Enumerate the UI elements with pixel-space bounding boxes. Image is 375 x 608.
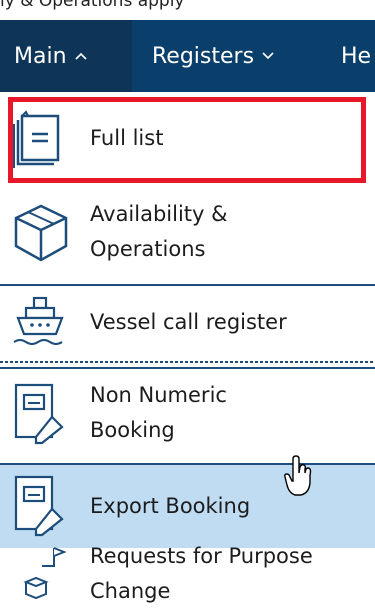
package-box-icon (12, 202, 70, 262)
menu-item-label-line2: Operations (90, 237, 206, 261)
menu-item-label: Vessel call register (90, 310, 287, 334)
nav-main-label: Main (14, 43, 67, 69)
partial-text-strip: ly & Operations apply (0, 0, 375, 20)
nav-help-label: He (341, 43, 372, 69)
ship-icon (12, 294, 70, 348)
menu-item-non-numeric-booking[interactable]: Non Numeric Booking (0, 369, 375, 463)
partial-text: ly & Operations apply (0, 0, 185, 11)
chevron-down-icon (262, 48, 274, 64)
chevron-up-icon (74, 48, 87, 64)
nav-registers-label: Registers (152, 43, 255, 69)
purpose-change-icon (12, 542, 70, 600)
booking-edit-icon (12, 383, 70, 445)
nav-main[interactable]: Main (0, 20, 132, 92)
menu-item-label-line2: Change (90, 579, 171, 603)
booking-edit-icon (12, 475, 70, 537)
nav-registers[interactable]: Registers (152, 20, 274, 92)
menu-item-label-line2: Booking (90, 418, 175, 442)
highlight-box (8, 97, 366, 183)
menu-item-availability-operations[interactable]: Availability & Operations (0, 188, 375, 284)
hand-cursor-icon (283, 455, 313, 497)
menu-item-label: Export Booking (90, 494, 251, 518)
menu-item-vessel-call-register[interactable]: Vessel call register (0, 286, 375, 363)
menu-item-label-line1: Availability & (90, 202, 228, 226)
menu-item-export-booking[interactable]: Export Booking (0, 455, 375, 548)
separator-dotted (0, 361, 375, 363)
nav-help-partial[interactable]: He (341, 20, 371, 92)
menu-item-label-line1: Requests for Purpose (90, 544, 313, 568)
top-navbar: Main Registers He (0, 20, 375, 92)
menu-item-requests-purpose-change[interactable]: Requests for Purpose Change (0, 544, 375, 603)
menu-item-label-line1: Non Numeric (90, 383, 227, 407)
